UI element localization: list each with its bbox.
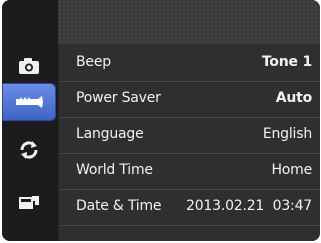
sidebar-item-camera[interactable] [8, 47, 50, 85]
sidebar-item-memory-card[interactable] [8, 184, 50, 222]
menu-row-value: English [262, 126, 312, 142]
card-slot-icon [19, 196, 39, 209]
menu-row-beep[interactable]: Beep Tone 1 [60, 46, 320, 80]
menu-row-date-time[interactable]: Date & Time 2013.02.21 03:47 [60, 190, 320, 224]
menu-row-value: Tone 1 [261, 54, 312, 70]
setup-wrench-icon [16, 96, 43, 108]
camera-icon [19, 58, 39, 74]
sidebar-item-setup[interactable] [2, 83, 56, 121]
row-divider [60, 225, 320, 226]
menu-row-label: Language [76, 126, 144, 142]
rotate-arrows-icon [20, 141, 38, 159]
menu-row-value: Auto [275, 90, 313, 106]
sidebar-item-refresh[interactable] [8, 131, 50, 169]
lcd-display: Beep Tone 1 Power Saver Auto Language En… [2, 0, 320, 241]
menu-row-label: Power Saver [76, 90, 161, 106]
camera-screen: Beep Tone 1 Power Saver Auto Language En… [0, 0, 321, 243]
menu-row-power-saver[interactable]: Power Saver Auto [60, 82, 320, 116]
menu-row-label: Date & Time [76, 198, 162, 214]
menu-row-value: 2013.02.21 03:47 [185, 198, 312, 214]
menu-row-language[interactable]: Language English [60, 118, 320, 152]
mode-sidebar [2, 0, 58, 241]
menu-row-value: Home [271, 162, 312, 178]
settings-menu: Beep Tone 1 Power Saver Auto Language En… [60, 44, 320, 241]
menu-row-label: World Time [76, 162, 153, 178]
menu-row-label: Beep [76, 54, 111, 70]
menu-row-world-time[interactable]: World Time Home [60, 154, 320, 188]
